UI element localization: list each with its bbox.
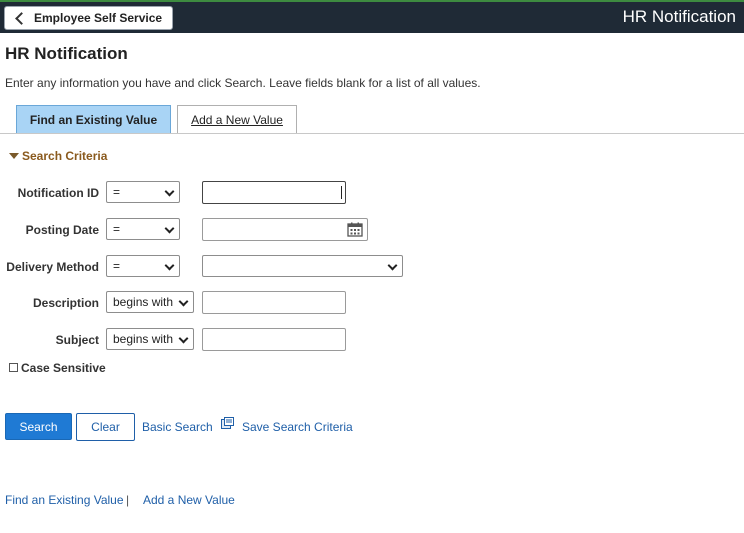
basic-search-link[interactable]: Basic Search: [142, 420, 213, 434]
text-cursor: [341, 186, 342, 199]
subject-label: Subject: [55, 333, 99, 347]
footer-add-new-value-link[interactable]: Add a New Value: [143, 493, 235, 507]
posting-date-operator-select[interactable]: =: [106, 218, 180, 240]
back-button[interactable]: Employee Self Service: [4, 6, 174, 30]
banner-title: HR Notification: [622, 7, 736, 26]
footer-link-separator: |: [126, 493, 130, 507]
delivery-method-operator-select[interactable]: =: [106, 255, 180, 277]
subject-operator-select[interactable]: begins with: [106, 328, 194, 350]
calendar-icon[interactable]: [347, 222, 363, 237]
tab-find-existing-value-label: Find an Existing Value: [29, 112, 158, 127]
notification-id-operator-select[interactable]: =: [106, 181, 180, 203]
chevron-down-icon: [178, 333, 189, 344]
chevron-down-icon: [178, 296, 189, 307]
top-banner: Employee Self Service HR Notification: [0, 0, 744, 33]
notification-id-label: Notification ID: [17, 186, 99, 200]
chevron-down-icon: [164, 186, 175, 197]
chevron-down-icon: [387, 260, 398, 271]
chevron-down-icon: [164, 260, 175, 271]
description-operator-select[interactable]: begins with: [106, 291, 194, 313]
tab-add-new-value-label: Add a New Value: [191, 112, 283, 127]
notification-id-operator-value: =: [113, 185, 121, 199]
collapse-triangle-icon: [9, 153, 19, 159]
notification-id-input[interactable]: [202, 181, 346, 204]
delivery-method-value-select[interactable]: [202, 255, 403, 277]
delivery-method-label: Delivery Method: [6, 260, 99, 274]
posting-date-operator-value: =: [113, 222, 121, 236]
save-search-criteria-link[interactable]: Save Search Criteria: [242, 420, 353, 434]
tab-add-new-value[interactable]: Add a New Value: [177, 105, 297, 133]
search-criteria-title: Search Criteria: [22, 149, 108, 163]
description-input[interactable]: [202, 291, 346, 314]
search-button[interactable]: Search: [5, 413, 72, 440]
posting-date-input[interactable]: [202, 218, 368, 241]
tabs-divider: [0, 133, 744, 134]
back-button-label: Employee Self Service: [34, 11, 163, 25]
description-label: Description: [32, 296, 99, 310]
chevron-down-icon: [164, 223, 175, 234]
clear-button[interactable]: Clear: [76, 413, 135, 441]
subject-operator-value: begins with: [113, 332, 174, 346]
case-sensitive-checkbox[interactable]: [9, 363, 18, 372]
posting-date-label: Posting Date: [25, 223, 99, 237]
case-sensitive-label: Case Sensitive: [21, 361, 106, 375]
chevron-left-icon: [15, 11, 28, 25]
tab-find-existing-value[interactable]: Find an Existing Value: [16, 105, 171, 133]
subject-input[interactable]: [202, 328, 346, 351]
delivery-method-operator-value: =: [113, 259, 121, 273]
description-operator-value: begins with: [113, 295, 174, 309]
footer-find-existing-value-link[interactable]: Find an Existing Value: [5, 493, 124, 507]
page-title: HR Notification: [5, 44, 128, 63]
page-instructions: Enter any information you have and click…: [5, 76, 481, 90]
save-search-icon[interactable]: [221, 417, 234, 429]
search-criteria-header[interactable]: Search Criteria: [9, 149, 107, 163]
